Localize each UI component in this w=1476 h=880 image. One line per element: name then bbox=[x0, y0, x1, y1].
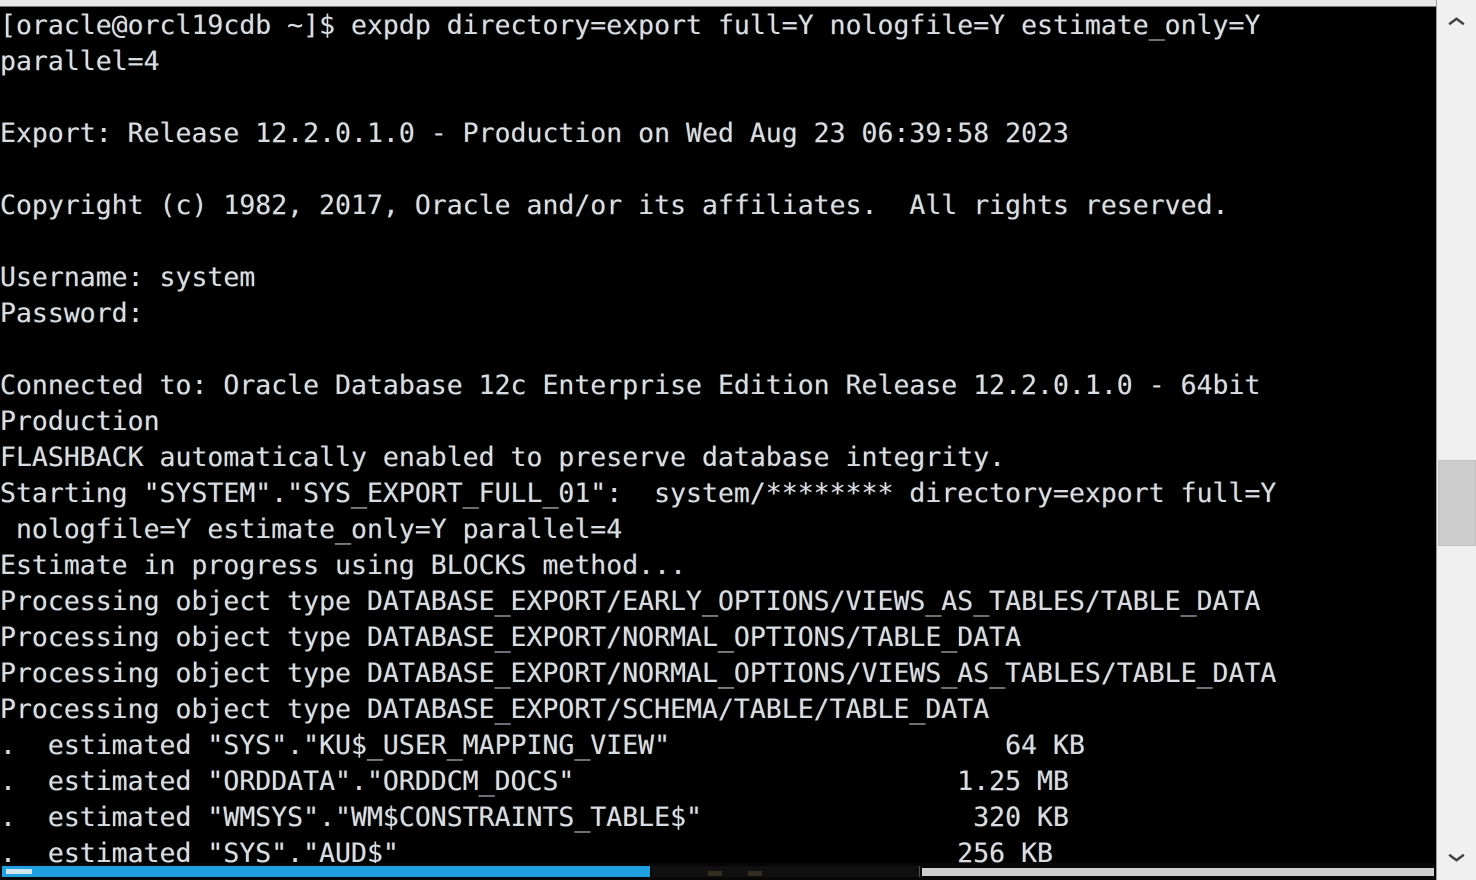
terminal-line: parallel=4 bbox=[0, 46, 160, 77]
scrollbar-artifact bbox=[748, 871, 762, 876]
scrollbar-track-middle[interactable] bbox=[652, 866, 920, 877]
chevron-down-icon bbox=[1448, 853, 1465, 862]
terminal-line: . estimated "SYS"."KU$_USER_MAPPING_VIEW… bbox=[0, 730, 1085, 761]
terminal-line: Processing object type DATABASE_EXPORT/S… bbox=[0, 694, 990, 725]
horizontal-scrollbar[interactable] bbox=[0, 863, 1436, 880]
terminal-line: . estimated "ORDDATA"."ORDDCM_DOCS" 1.25… bbox=[0, 766, 1069, 797]
scrollbar-track-lower[interactable] bbox=[1438, 546, 1476, 840]
window-top-edge bbox=[0, 0, 1436, 7]
terminal-line: Export: Release 12.2.0.1.0 - Production … bbox=[0, 118, 1069, 149]
horizontal-scrollbar-thumb[interactable] bbox=[2, 866, 650, 877]
terminal-output-area[interactable]: [oracle@orcl19cdb ~]$ expdp directory=ex… bbox=[0, 8, 1436, 863]
terminal-line-username: Username: system bbox=[0, 262, 256, 293]
terminal-line: Processing object type DATABASE_EXPORT/N… bbox=[0, 658, 1277, 689]
terminal-line: . estimated "WMSYS"."WM$CONSTRAINTS_TABL… bbox=[0, 802, 1069, 833]
terminal-line: Connected to: Oracle Database 12c Enterp… bbox=[0, 370, 1261, 401]
scrollbar-thumb-highlight bbox=[6, 869, 32, 874]
scrollbar-corner bbox=[1436, 863, 1476, 880]
terminal-line: Processing object type DATABASE_EXPORT/E… bbox=[0, 586, 1261, 617]
terminal-line: [oracle@orcl19cdb ~]$ expdp directory=ex… bbox=[0, 10, 1261, 41]
terminal-line: Production bbox=[0, 406, 160, 437]
vertical-scrollbar-thumb[interactable] bbox=[1438, 460, 1476, 546]
terminal-line: Processing object type DATABASE_EXPORT/N… bbox=[0, 622, 1022, 653]
terminal-line: Copyright (c) 1982, 2017, Oracle and/or … bbox=[0, 190, 1229, 221]
terminal-window: [oracle@orcl19cdb ~]$ expdp directory=ex… bbox=[0, 0, 1476, 880]
scrollbar-track-upper[interactable] bbox=[1438, 38, 1476, 460]
terminal-line: FLASHBACK automatically enabled to prese… bbox=[0, 442, 1006, 473]
chevron-up-icon bbox=[1448, 16, 1465, 25]
vertical-scrollbar[interactable] bbox=[1436, 0, 1476, 880]
terminal-line-password: Password: bbox=[0, 298, 144, 329]
terminal-line: nologfile=Y estimate_only=Y parallel=4 bbox=[0, 514, 623, 545]
scrollbar-artifact bbox=[708, 871, 722, 876]
terminal-line: Starting "SYSTEM"."SYS_EXPORT_FULL_01": … bbox=[0, 478, 1277, 509]
terminal-line: Estimate in progress using BLOCKS method… bbox=[0, 550, 687, 581]
scrollbar-track-right[interactable] bbox=[922, 868, 1434, 876]
scroll-up-button[interactable] bbox=[1437, 4, 1476, 38]
terminal-line: . estimated "SYS"."AUD$" 256 KB bbox=[0, 838, 1053, 863]
